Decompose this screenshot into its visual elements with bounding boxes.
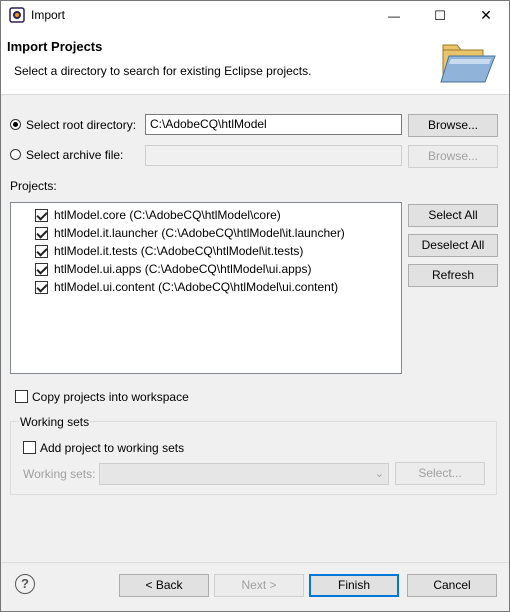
project-label: htlModel.it.tests (C:\AdobeCQ\htlModel\i… — [54, 244, 304, 258]
close-icon: ✕ — [480, 7, 492, 23]
list-item[interactable]: htlModel.it.tests (C:\AdobeCQ\htlModel\i… — [11, 242, 391, 260]
select-working-sets-button[interactable]: Select... — [395, 462, 485, 485]
page-title: Import Projects — [7, 39, 103, 54]
list-item[interactable]: htlModel.ui.content (C:\AdobeCQ\htlModel… — [11, 278, 391, 296]
project-label: htlModel.ui.content (C:\AdobeCQ\htlModel… — [54, 280, 339, 294]
working-sets-label: Working sets: — [23, 467, 96, 481]
select-archive-label[interactable]: Select archive file: — [26, 148, 123, 162]
list-item[interactable]: htlModel.ui.apps (C:\AdobeCQ\htlModel\ui… — [11, 260, 391, 278]
minimize-icon: — — [388, 8, 400, 23]
refresh-button[interactable]: Refresh — [408, 264, 498, 287]
project-checkbox[interactable] — [35, 209, 48, 222]
project-label: htlModel.it.launcher (C:\AdobeCQ\htlMode… — [54, 226, 345, 240]
cancel-button[interactable]: Cancel — [407, 574, 497, 597]
archive-file-input[interactable] — [145, 145, 402, 166]
eclipse-icon — [9, 7, 25, 23]
copy-projects-label[interactable]: Copy projects into workspace — [32, 390, 189, 404]
wizard-header: Import Projects Select a directory to se… — [1, 30, 509, 95]
list-item[interactable]: htlModel.it.launcher (C:\AdobeCQ\htlMode… — [11, 224, 391, 242]
page-description: Select a directory to search for existin… — [14, 64, 312, 78]
select-all-button[interactable]: Select All — [408, 204, 498, 227]
browse-archive-button[interactable]: Browse... — [408, 145, 498, 168]
list-item[interactable]: htlModel.core (C:\AdobeCQ\htlModel\core) — [11, 206, 391, 224]
project-checkbox[interactable] — [35, 263, 48, 276]
copy-projects-checkbox[interactable] — [15, 390, 28, 403]
close-button[interactable]: ✕ — [463, 1, 509, 30]
add-to-working-sets-label[interactable]: Add project to working sets — [40, 441, 184, 455]
chevron-down-icon: ⌄ — [374, 468, 384, 480]
project-checkbox[interactable] — [35, 281, 48, 294]
projects-label: Projects: — [10, 179, 57, 193]
add-to-working-sets-checkbox[interactable] — [23, 441, 36, 454]
select-archive-radio[interactable] — [10, 149, 21, 160]
working-sets-title: Working sets — [19, 415, 91, 429]
minimize-button[interactable]: — — [371, 1, 417, 30]
projects-list[interactable]: htlModel.core (C:\AdobeCQ\htlModel\core)… — [10, 202, 402, 374]
title-bar[interactable]: Import — ☐ ✕ — [1, 1, 509, 30]
folder-import-icon — [440, 44, 496, 83]
select-root-label[interactable]: Select root directory: — [26, 118, 136, 132]
select-root-radio[interactable] — [10, 119, 21, 130]
maximize-button[interactable]: ☐ — [417, 1, 463, 30]
window-title: Import — [31, 8, 66, 22]
root-directory-input[interactable]: C:\AdobeCQ\htlModel — [145, 114, 402, 135]
working-sets-combo[interactable]: ⌄ — [99, 463, 389, 485]
project-checkbox[interactable] — [35, 245, 48, 258]
browse-root-button[interactable]: Browse... — [408, 114, 498, 137]
help-icon[interactable]: ? — [15, 574, 35, 594]
next-button[interactable]: Next > — [214, 574, 304, 597]
finish-button[interactable]: Finish — [309, 574, 399, 597]
footer-separator — [1, 562, 509, 563]
project-label: htlModel.ui.apps (C:\AdobeCQ\htlModel\ui… — [54, 262, 312, 276]
project-label: htlModel.core (C:\AdobeCQ\htlModel\core) — [54, 208, 281, 222]
project-checkbox[interactable] — [35, 227, 48, 240]
maximize-icon: ☐ — [434, 7, 446, 23]
deselect-all-button[interactable]: Deselect All — [408, 234, 498, 257]
back-button[interactable]: < Back — [119, 574, 209, 597]
